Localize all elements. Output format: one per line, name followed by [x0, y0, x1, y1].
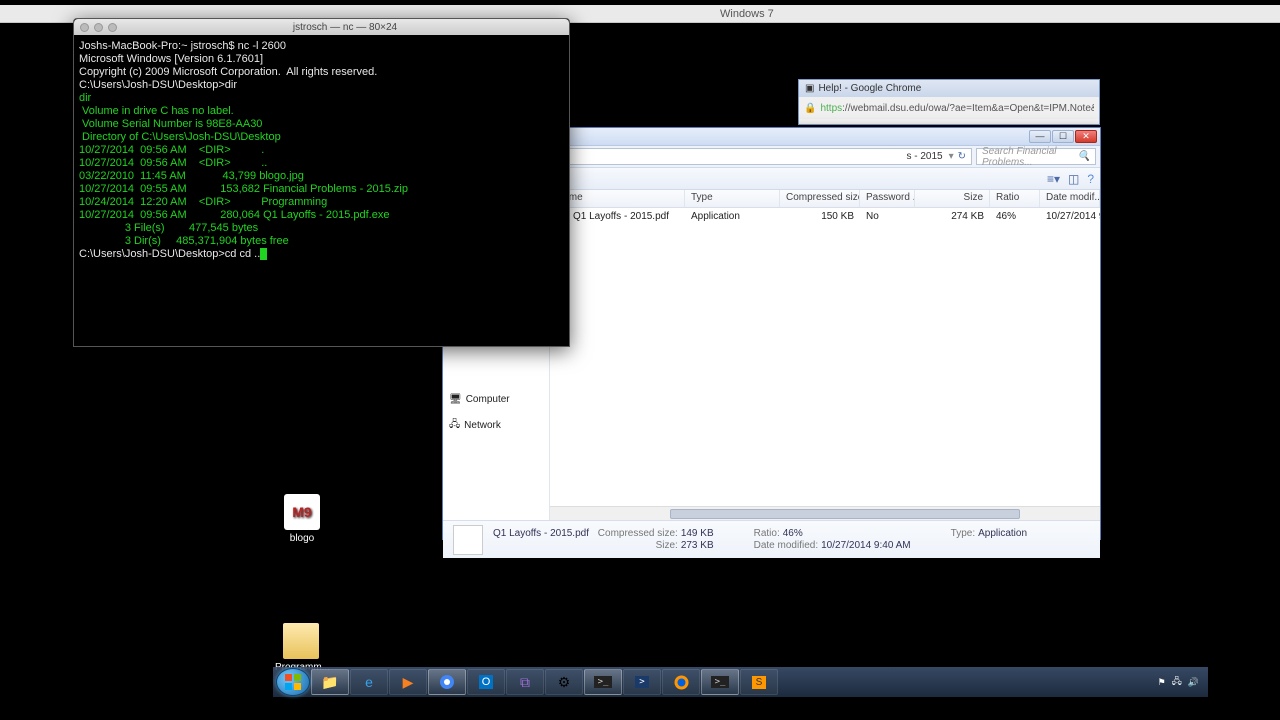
- refresh-icon[interactable]: ↻: [958, 151, 966, 162]
- file-csize: 150 KB: [780, 210, 860, 223]
- terminal-title: jstrosch — nc — 80×24: [127, 22, 563, 33]
- search-icon[interactable]: 🔍: [1078, 151, 1090, 162]
- zoom-icon[interactable]: [108, 23, 117, 32]
- horizontal-scrollbar[interactable]: [550, 506, 1100, 520]
- minimize-icon[interactable]: [94, 23, 103, 32]
- col-name[interactable]: Name: [550, 190, 685, 207]
- taskbar-outlook[interactable]: O: [467, 669, 505, 695]
- col-size[interactable]: Size: [915, 190, 990, 207]
- network-icon: 🖧: [449, 417, 460, 434]
- col-type[interactable]: Type: [685, 190, 780, 207]
- system-tray[interactable]: ⚑ 🖧 🔊: [1158, 674, 1205, 690]
- taskbar-powershell[interactable]: >: [623, 669, 661, 695]
- file-row[interactable]: Q1 Layoffs - 2015.pdf Application 150 KB…: [550, 208, 1100, 225]
- page-icon: ▣: [805, 83, 814, 94]
- details-name: Q1 Layoffs - 2015.pdf: [493, 528, 589, 539]
- taskbar-tool[interactable]: ⚙: [545, 669, 583, 695]
- tray-volume-icon[interactable]: 🔊: [1188, 677, 1199, 688]
- start-button[interactable]: [276, 668, 310, 696]
- search-input[interactable]: Search Financial Problems... 🔍: [976, 148, 1096, 165]
- details-icon: [453, 525, 483, 555]
- vm-title: Windows 7: [720, 5, 774, 23]
- file-size: 274 KB: [915, 210, 990, 223]
- chrome-titlebar[interactable]: ▣ Help! - Google Chrome: [799, 80, 1099, 97]
- col-password[interactable]: Password ...: [860, 190, 915, 207]
- path-tail: s - 2015: [906, 151, 942, 162]
- sidebar-item-network[interactable]: 🖧 Network: [447, 415, 545, 436]
- terminal-titlebar[interactable]: jstrosch — nc — 80×24: [74, 19, 569, 35]
- col-compressed-size[interactable]: Compressed size: [780, 190, 860, 207]
- desktop-icon-programming[interactable]: Programm...: [275, 623, 327, 673]
- col-date[interactable]: Date modif...: [1040, 190, 1100, 207]
- sidebar-item-computer[interactable]: 🖥 Computer: [447, 392, 545, 407]
- chevron-down-icon[interactable]: ▾: [949, 151, 954, 162]
- terminal-body[interactable]: Joshs-MacBook-Pro:~ jstrosch$ nc -l 2600…: [74, 35, 569, 266]
- computer-icon: 🖥: [449, 394, 462, 405]
- close-icon[interactable]: [80, 23, 89, 32]
- taskbar-cmd[interactable]: >_: [584, 669, 622, 695]
- desktop-icon-blogo[interactable]: M9 blogo: [276, 494, 328, 544]
- taskbar-visualstudio[interactable]: ⧉: [506, 669, 544, 695]
- explorer-content: Name Type Compressed size Password ... S…: [550, 190, 1100, 520]
- close-button[interactable]: ✕: [1075, 130, 1097, 143]
- chrome-window[interactable]: ▣ Help! - Google Chrome 🔒 https://webmai…: [798, 79, 1100, 125]
- details-pane: Q1 Layoffs - 2015.pdf Compressed size: 1…: [443, 520, 1100, 558]
- help-icon[interactable]: ?: [1087, 172, 1094, 186]
- column-headers[interactable]: Name Type Compressed size Password ... S…: [550, 190, 1100, 208]
- folder-icon: [283, 623, 319, 659]
- terminal-window[interactable]: jstrosch — nc — 80×24 Joshs-MacBook-Pro:…: [73, 18, 570, 347]
- file-list[interactable]: Q1 Layoffs - 2015.pdf Application 150 KB…: [550, 208, 1100, 506]
- chrome-url[interactable]: https://webmail.dsu.edu/owa/?ae=Item&a=O…: [820, 103, 1094, 114]
- icon-label: blogo: [290, 533, 314, 544]
- taskbar-ie[interactable]: e: [350, 669, 388, 695]
- maximize-button[interactable]: ☐: [1052, 130, 1074, 143]
- file-date: 10/27/2014 9...: [1040, 210, 1100, 223]
- taskbar[interactable]: 📁 e ▶ O ⧉ ⚙ >_ > >_ S ⚑ 🖧 🔊: [273, 667, 1208, 697]
- taskbar-wmp[interactable]: ▶: [389, 669, 427, 695]
- file-ratio: 46%: [990, 210, 1040, 223]
- file-type: Application: [685, 210, 780, 223]
- file-name: Q1 Layoffs - 2015.pdf: [573, 211, 669, 222]
- minimize-button[interactable]: —: [1029, 130, 1051, 143]
- col-ratio[interactable]: Ratio: [990, 190, 1040, 207]
- image-icon: M9: [284, 494, 320, 530]
- view-menu-icon[interactable]: ≡▾: [1047, 172, 1060, 186]
- taskbar-chrome[interactable]: [428, 669, 466, 695]
- taskbar-sublime[interactable]: S: [740, 669, 778, 695]
- taskbar-explorer[interactable]: 📁: [311, 669, 349, 695]
- preview-pane-icon[interactable]: ◫: [1068, 172, 1079, 186]
- lock-icon: 🔒: [804, 103, 816, 114]
- taskbar-firefox[interactable]: [662, 669, 700, 695]
- tray-network-icon[interactable]: 🖧: [1172, 674, 1182, 690]
- tray-flag-icon[interactable]: ⚑: [1158, 677, 1166, 688]
- chrome-tab-title: Help! - Google Chrome: [818, 83, 921, 94]
- file-pwd: No: [860, 210, 915, 223]
- taskbar-cmd2[interactable]: >_: [701, 669, 739, 695]
- chrome-addressbar[interactable]: 🔒 https://webmail.dsu.edu/owa/?ae=Item&a…: [799, 97, 1099, 119]
- scrollbar-thumb[interactable]: [670, 509, 1020, 519]
